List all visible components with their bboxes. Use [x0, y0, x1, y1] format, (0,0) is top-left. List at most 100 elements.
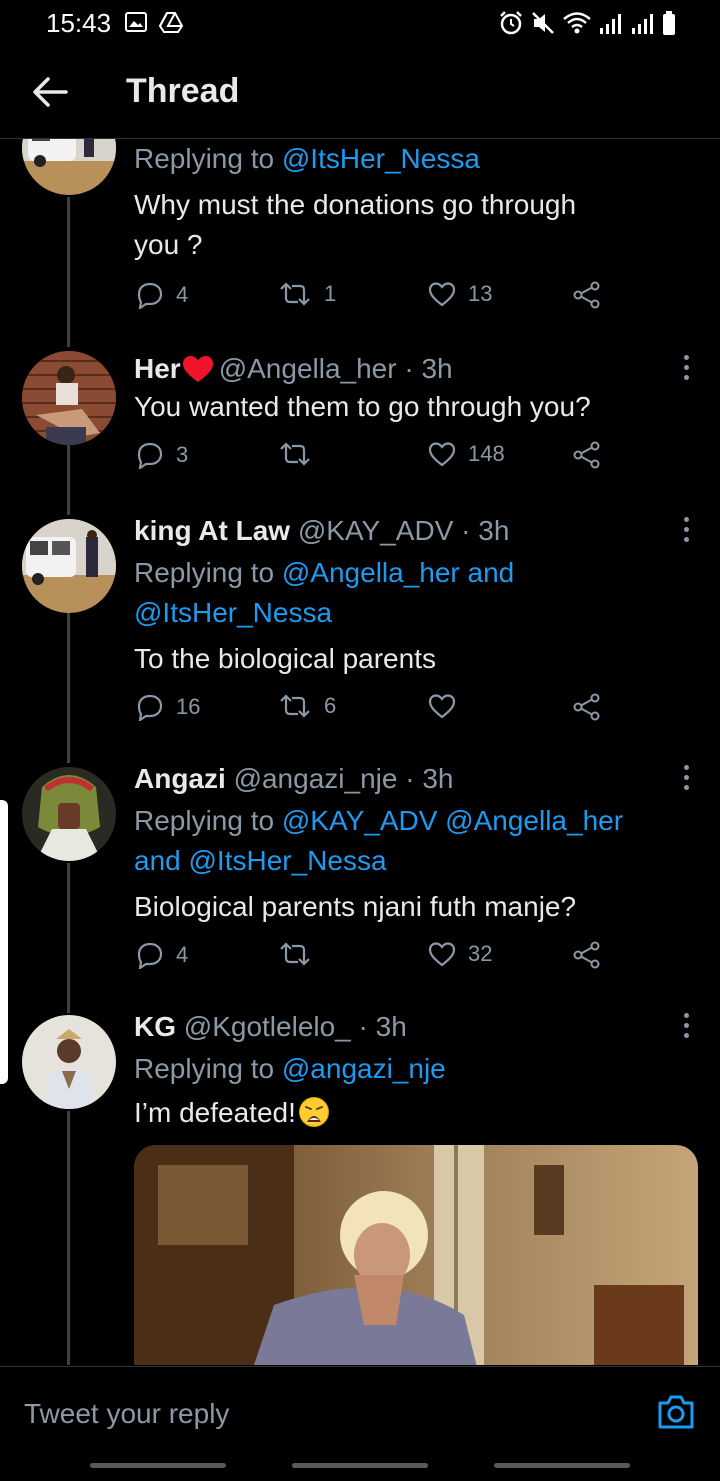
display-name[interactable]: KG: [134, 1011, 176, 1042]
tweet-header: Her @Angella_her · 3h: [134, 351, 696, 387]
tweet-actions: 4 32: [134, 941, 696, 981]
signal-icon: [600, 14, 621, 34]
tweet[interactable]: Angazi @angazi_nje · 3h Replying to @KAY…: [0, 761, 720, 1001]
avatar[interactable]: [22, 519, 116, 613]
like-count: 13: [468, 281, 493, 306]
mention-link[interactable]: @ItsHer_Nessa: [134, 597, 332, 628]
alarm-icon: [500, 11, 522, 35]
tweet-actions: 4 1 13: [134, 281, 696, 321]
reply-button[interactable]: 16: [136, 693, 200, 721]
avatar[interactable]: [22, 1015, 116, 1109]
retweet-icon: [280, 694, 310, 718]
camera-icon[interactable]: [656, 1393, 696, 1431]
retweet-button[interactable]: 6: [278, 693, 336, 719]
tweet-text-line: you ?: [134, 229, 203, 260]
mention-link[interactable]: @KAY_ADV @Angella_her: [282, 805, 623, 836]
tweet[interactable]: Her @Angella_her · 3h You wanted them to …: [0, 351, 720, 511]
like-button[interactable]: 148: [428, 441, 505, 467]
tweet-text: Why must the donations go through you ?: [134, 185, 696, 265]
handle-time: @Angella_her · 3h: [218, 353, 453, 384]
retweet-icon: [280, 442, 310, 466]
tweet-actions: 3 148: [134, 441, 696, 481]
tweet-actions: 16 6: [134, 693, 696, 733]
display-name[interactable]: king At Law: [134, 515, 290, 546]
avatar[interactable]: [22, 351, 116, 445]
status-time: 15:43: [46, 8, 112, 38]
tweet-header: king At Law @KAY_ADV · 3h: [134, 513, 696, 549]
display-name[interactable]: Her: [134, 353, 181, 384]
system-nav-bar: [0, 1463, 720, 1473]
retweet-icon: [280, 942, 310, 966]
share-icon: [573, 693, 600, 721]
share-button[interactable]: [572, 441, 602, 469]
red-heart-emoji: [182, 356, 213, 382]
reply-icon: [137, 282, 163, 309]
battery-icon: [663, 11, 675, 35]
tweet-text-line: Why must the donations go through: [134, 189, 577, 220]
retweet-button[interactable]: [278, 441, 324, 467]
reply-icon: [137, 694, 163, 721]
reply-count: 4: [176, 282, 189, 307]
share-button[interactable]: [572, 281, 602, 309]
avatar[interactable]: [22, 767, 116, 861]
arrow-left-icon[interactable]: [30, 74, 70, 110]
replying-to: Replying to @KAY_ADV @Angella_her and @I…: [134, 801, 696, 881]
replying-prefix: Replying to: [134, 557, 275, 588]
share-icon: [573, 941, 600, 969]
replying-to: Replying to @angazi_nje: [134, 1049, 696, 1089]
share-icon: [573, 441, 600, 469]
share-button[interactable]: [572, 941, 602, 969]
replying-to: Replying to @Angella_her and @ItsHer_Nes…: [134, 553, 696, 633]
like-button[interactable]: 32: [428, 941, 492, 967]
tweet-reply-input[interactable]: [22, 1393, 626, 1435]
tweet[interactable]: king At Law @KAY_ADV · 3h Replying to @A…: [0, 513, 720, 753]
retweet-button[interactable]: [278, 941, 324, 967]
reply-icon: [137, 442, 163, 469]
tweet-header: KG @Kgotlelelo_ · 3h: [134, 1009, 696, 1045]
more-options-button[interactable]: [680, 765, 692, 795]
reply-composer: [0, 1366, 720, 1481]
mention-link[interactable]: @ItsHer_Nessa: [282, 143, 480, 174]
thread-list: Replying to @ItsHer_Nessa Why must the d…: [0, 139, 720, 1365]
handle-time: @angazi_nje · 3h: [233, 763, 454, 794]
tweet[interactable]: KG @Kgotlelelo_ · 3h Replying to @angazi…: [0, 1009, 720, 1365]
tweet[interactable]: Replying to @ItsHer_Nessa Why must the d…: [0, 139, 720, 339]
reply-icon: [137, 942, 163, 969]
tweet-header: Angazi @angazi_nje · 3h: [134, 761, 696, 797]
gallery-icon: [125, 12, 147, 32]
like-count: 32: [468, 941, 493, 966]
more-options-button[interactable]: [680, 517, 692, 547]
share-button[interactable]: [572, 693, 602, 721]
more-options-button[interactable]: [680, 1013, 692, 1043]
status-right-icons: [498, 10, 676, 36]
replying-to: Replying to @ItsHer_Nessa: [134, 139, 696, 179]
weary-face-emoji: [298, 1097, 329, 1127]
reply-button[interactable]: 3: [136, 441, 188, 469]
mention-link[interactable]: and @ItsHer_Nessa: [134, 845, 387, 876]
display-name[interactable]: Angazi: [134, 763, 226, 794]
reply-button[interactable]: 4: [136, 941, 188, 969]
retweet-count: 1: [324, 281, 337, 306]
tweet-text: I’m defeated!: [134, 1093, 696, 1133]
page-title: Thread: [126, 72, 240, 110]
replying-prefix: Replying to: [134, 805, 275, 836]
like-button[interactable]: 13: [428, 281, 492, 307]
replying-prefix: Replying to: [134, 143, 275, 174]
signal-icon: [632, 14, 653, 34]
nav-pill[interactable]: [292, 1463, 428, 1468]
gif-image[interactable]: [134, 1145, 698, 1365]
avatar[interactable]: [22, 139, 116, 195]
tweet-text: You wanted them to go through you?: [134, 391, 591, 422]
more-options-button[interactable]: [680, 355, 692, 385]
heart-icon: [428, 282, 456, 307]
like-button[interactable]: [428, 693, 468, 719]
nav-pill[interactable]: [494, 1463, 630, 1468]
mention-link[interactable]: @angazi_nje: [282, 1053, 446, 1084]
tweet-text: Biological parents njani futh manje?: [134, 891, 577, 922]
share-icon: [573, 281, 600, 309]
retweet-count: 6: [324, 693, 337, 718]
reply-button[interactable]: 4: [136, 281, 188, 309]
nav-pill[interactable]: [90, 1463, 226, 1468]
retweet-button[interactable]: 1: [278, 281, 336, 307]
mention-link[interactable]: @Angella_her and: [282, 557, 514, 588]
